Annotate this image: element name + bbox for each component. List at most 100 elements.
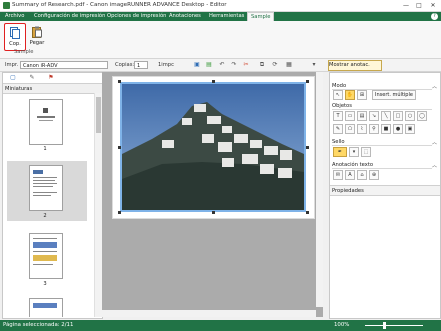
comment-icon[interactable]: ✎ bbox=[28, 74, 36, 82]
resize-handle[interactable] bbox=[306, 211, 309, 214]
text-icon[interactable]: T bbox=[333, 111, 343, 121]
text-annotation-icon[interactable]: A bbox=[345, 170, 355, 180]
chevron-up-icon[interactable]: ︿ bbox=[432, 139, 437, 146]
document-canvas[interactable] bbox=[102, 72, 323, 317]
delete-icon[interactable]: ✂ bbox=[242, 61, 250, 69]
stamp-mode-icon[interactable]: ⊞ bbox=[357, 90, 367, 100]
thumbnails-panel: ▢ ✎ ⚑ Miniaturas 1 2 3 bbox=[2, 72, 103, 319]
rotate-icon[interactable]: ⟳ bbox=[271, 61, 279, 69]
link-icon[interactable]: ⚲ bbox=[369, 124, 379, 134]
highlight-icon[interactable]: ▤ bbox=[357, 111, 367, 121]
copy-label: Cop. bbox=[9, 41, 21, 47]
ellipse-icon[interactable]: ○ bbox=[405, 111, 415, 121]
thumbnail-page-1[interactable] bbox=[29, 99, 63, 145]
thumbnail-page-3[interactable] bbox=[29, 233, 63, 279]
arrow-icon[interactable]: ↘ bbox=[369, 111, 379, 121]
thumbnail-text-line bbox=[39, 120, 53, 121]
tab-print-settings[interactable]: Configuración de impresión bbox=[31, 12, 108, 21]
polygon-icon[interactable]: ⬠ bbox=[345, 124, 355, 134]
thumbnails-icon[interactable]: ▢ bbox=[9, 74, 17, 82]
pen-icon[interactable]: ✎ bbox=[333, 124, 343, 134]
line-icon[interactable]: ╲ bbox=[381, 111, 391, 121]
print-toolbar: Impr. Canon iR-ADV Copias: 1 1impc ▣ ▤ ↶… bbox=[0, 59, 441, 72]
paste-icon bbox=[32, 26, 42, 38]
canvas-vertical-scrollbar[interactable] bbox=[316, 72, 323, 307]
thumbnails-title: Miniaturas bbox=[5, 86, 33, 92]
zoom-slider-knob[interactable] bbox=[383, 322, 386, 329]
view-icon[interactable]: ▦ bbox=[285, 61, 293, 69]
resize-handle[interactable] bbox=[306, 80, 309, 83]
rectangle-icon[interactable]: □ bbox=[393, 111, 403, 121]
maximize-button[interactable]: □ bbox=[414, 1, 424, 10]
minimize-button[interactable]: — bbox=[401, 1, 411, 10]
properties-header[interactable]: Propiedades bbox=[330, 185, 440, 196]
resize-handle[interactable] bbox=[118, 146, 121, 149]
resize-handle[interactable] bbox=[118, 80, 121, 83]
thumbnail-page-2[interactable] bbox=[29, 165, 63, 211]
resize-handle[interactable] bbox=[212, 211, 215, 214]
note-icon[interactable]: ✉ bbox=[333, 170, 343, 180]
attachment-icon[interactable]: ⚑ bbox=[47, 74, 55, 82]
thumbnail-text-line bbox=[33, 195, 51, 196]
paste-button[interactable]: Pegar bbox=[27, 23, 47, 49]
resize-handle[interactable] bbox=[212, 80, 215, 83]
textbox-icon[interactable]: ▭ bbox=[345, 111, 355, 121]
insert-multiple-label: Insert. múltiple bbox=[375, 92, 413, 98]
redo-icon[interactable]: ↷ bbox=[230, 61, 238, 69]
paste-label: Pegar bbox=[29, 40, 45, 46]
annotation-menu-icon[interactable]: ▾ bbox=[310, 61, 318, 69]
polyline-icon[interactable]: ⌇ bbox=[357, 124, 367, 134]
help-icon[interactable]: ? bbox=[431, 13, 438, 20]
printer-value: Canon iR-ADV bbox=[23, 63, 58, 69]
thumbnails-scrollbar[interactable] bbox=[94, 93, 102, 317]
chevron-up-icon[interactable]: ︿ bbox=[432, 162, 437, 169]
app-icon bbox=[3, 2, 10, 9]
link-annotation-icon[interactable]: ⊕ bbox=[369, 170, 379, 180]
thumbnail-page-4[interactable] bbox=[29, 298, 63, 317]
save-icon[interactable]: ▤ bbox=[205, 61, 213, 69]
hand-icon[interactable]: ✋ bbox=[345, 90, 355, 100]
print-icon[interactable]: ▣ bbox=[193, 61, 201, 69]
stamp-settings-icon[interactable]: ⬚ bbox=[361, 147, 371, 157]
properties-title: Propiedades bbox=[332, 188, 364, 194]
section-divider bbox=[332, 109, 432, 110]
stamp-dropdown-icon[interactable]: ▾ bbox=[349, 147, 359, 157]
copies-label: Copias: bbox=[115, 62, 135, 68]
copy-button[interactable]: Cop. bbox=[4, 23, 26, 51]
undo-icon[interactable]: ↶ bbox=[218, 61, 226, 69]
copies-input[interactable]: 1 bbox=[134, 61, 148, 69]
zoom-slider[interactable] bbox=[365, 325, 423, 326]
section-divider bbox=[332, 145, 432, 146]
layout-icon[interactable]: ⧉ bbox=[258, 61, 266, 69]
chevron-up-icon[interactable]: ︿ bbox=[432, 83, 437, 90]
scrollbar-thumb[interactable] bbox=[96, 97, 101, 133]
circle-icon[interactable]: ◯ bbox=[417, 111, 427, 121]
show-annotations-button[interactable]: Mostrar anotac. bbox=[328, 60, 382, 71]
resize-handle[interactable] bbox=[306, 146, 309, 149]
select-icon[interactable]: ↖ bbox=[333, 90, 343, 100]
printer-select[interactable]: Canon iR-ADV bbox=[20, 61, 108, 69]
stamp-icon[interactable]: ✒ bbox=[333, 147, 347, 157]
tab-archivo[interactable]: Archivo bbox=[2, 12, 27, 21]
selected-image[interactable] bbox=[120, 82, 306, 212]
ribbon-group-label: Sample bbox=[14, 49, 34, 55]
callout-icon[interactable]: ⌂ bbox=[357, 170, 367, 180]
resize-handle[interactable] bbox=[118, 211, 121, 214]
canvas-horizontal-scrollbar[interactable] bbox=[102, 310, 316, 317]
filled-rectangle-icon[interactable]: ■ bbox=[381, 124, 391, 134]
tab-tools[interactable]: Herramientas bbox=[206, 12, 247, 21]
image-icon[interactable]: ▣ bbox=[405, 124, 415, 134]
close-button[interactable]: ✕ bbox=[428, 1, 438, 10]
tab-print-options[interactable]: Opciones de impresión bbox=[104, 12, 169, 21]
left-panel-tabs: ▢ ✎ ⚑ bbox=[3, 73, 102, 84]
village-photo bbox=[122, 84, 304, 210]
insert-multiple-button[interactable]: Insert. múltiple bbox=[372, 90, 416, 100]
thumbnail-text-line bbox=[33, 264, 53, 265]
tab-annotations[interactable]: Anotaciones bbox=[166, 12, 204, 21]
thumbnail-text-line bbox=[33, 183, 57, 184]
filled-ellipse-icon[interactable]: ● bbox=[393, 124, 403, 134]
thumbnail-text-line bbox=[33, 180, 55, 181]
thumbnail-logo bbox=[43, 108, 48, 113]
thumbnail-number: 2 bbox=[43, 213, 47, 219]
duplex-label: 1impc bbox=[158, 62, 174, 68]
